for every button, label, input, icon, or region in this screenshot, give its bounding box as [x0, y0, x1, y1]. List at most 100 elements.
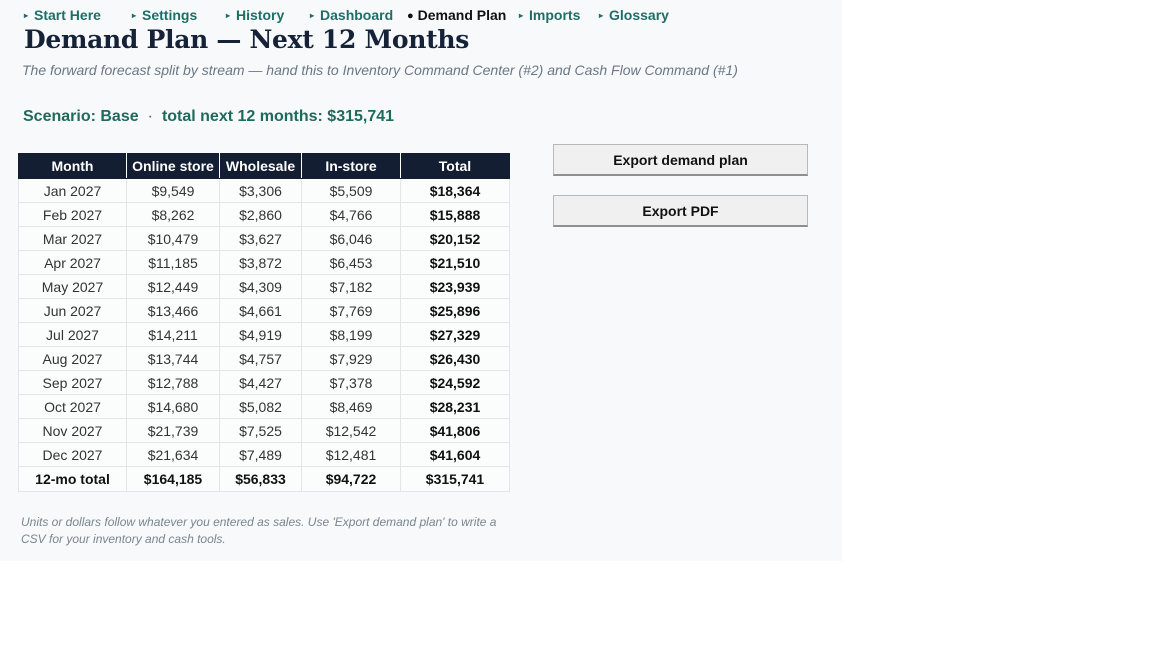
nav-link-label: Demand Plan: [417, 7, 507, 23]
cell-total: $23,939: [400, 274, 510, 299]
nav-link-history[interactable]: ▸ History: [226, 7, 284, 23]
cell-wholesale: $4,757: [219, 346, 302, 371]
cell-in-store: $7,378: [301, 370, 401, 395]
cell-in-store: $12,542: [301, 418, 401, 443]
cell-month: Jan 2027: [18, 178, 127, 203]
cell-online-store: $11,185: [126, 250, 220, 275]
nav-link-label: Glossary: [609, 7, 669, 23]
cell-in-store: $8,469: [301, 394, 401, 419]
cell-total: $15,888: [400, 202, 510, 227]
nav-link-glossary[interactable]: ▸ Glossary: [599, 7, 669, 23]
cell-total: $26,430: [400, 346, 510, 371]
cell-month: May 2027: [18, 274, 127, 299]
cell-online-store: $14,680: [126, 394, 220, 419]
demand-plan-sheet: ▸ Start Here ▸ Settings ▸ History ▸ Dashboar…: [0, 0, 842, 561]
cell-in-store: $7,182: [301, 274, 401, 299]
cell-online-store: $12,449: [126, 274, 220, 299]
cell-online-store: $9,549: [126, 178, 220, 203]
cell-wholesale: $3,872: [219, 250, 302, 275]
cell-wholesale: $7,489: [219, 442, 302, 467]
cell-wholesale: $3,306: [219, 178, 302, 203]
triangle-right-icon: ▸: [519, 11, 524, 20]
cell-month: Apr 2027: [18, 250, 127, 275]
total-cell-in-store: $94,722: [301, 466, 401, 492]
cell-wholesale: $4,427: [219, 370, 302, 395]
cell-month: Aug 2027: [18, 346, 127, 371]
triangle-right-icon: ▸: [24, 11, 29, 20]
demand-plan-table: Month Online store Wholesale In-store To…: [18, 153, 510, 492]
table-row: Jul 2027 $14,211 $4,919 $8,199 $27,329: [18, 322, 510, 347]
cell-total: $41,806: [400, 418, 510, 443]
nav-link-demand-plan[interactable]: ● Demand Plan: [407, 7, 506, 23]
column-header-total: Total: [400, 153, 510, 179]
cell-in-store: $6,046: [301, 226, 401, 251]
bullet-icon: ●: [407, 10, 414, 22]
total-cell-online-store: $164,185: [126, 466, 220, 492]
cell-online-store: $10,479: [126, 226, 220, 251]
cell-month: Jun 2027: [18, 298, 127, 323]
cell-month: Sep 2027: [18, 370, 127, 395]
cell-in-store: $12,481: [301, 442, 401, 467]
nav-link-label: Imports: [529, 7, 581, 23]
scenario-total: total next 12 months: $315,741: [161, 108, 395, 125]
table-row: Sep 2027 $12,788 $4,427 $7,378 $24,592: [18, 370, 510, 395]
cell-month: Dec 2027: [18, 442, 127, 467]
table-row: Nov 2027 $21,739 $7,525 $12,542 $41,806: [18, 418, 510, 443]
table-row: May 2027 $12,449 $4,309 $7,182 $23,939: [18, 274, 510, 299]
scenario-summary: Scenario: Base · total next 12 months: $31…: [23, 108, 394, 126]
total-cell-wholesale: $56,833: [219, 466, 302, 492]
column-header-in-store: In-store: [301, 153, 401, 179]
cell-in-store: $4,766: [301, 202, 401, 227]
footnote: Units or dollars follow whatever you ent…: [21, 515, 497, 546]
cell-in-store: $6,453: [301, 250, 401, 275]
cell-online-store: $12,788: [126, 370, 220, 395]
cell-total: $41,604: [400, 442, 510, 467]
table-row: Mar 2027 $10,479 $3,627 $6,046 $20,152: [18, 226, 510, 251]
cell-total: $18,364: [400, 178, 510, 203]
total-cell-month: 12-mo total: [18, 466, 127, 492]
cell-total: $25,896: [400, 298, 510, 323]
cell-online-store: $21,634: [126, 442, 220, 467]
table-total-row: 12-mo total $164,185 $56,833 $94,722 $315,74…: [18, 466, 510, 492]
nav-link-settings[interactable]: ▸ Settings: [132, 7, 197, 23]
cell-total: $21,510: [400, 250, 510, 275]
nav-link-label: Settings: [142, 7, 198, 23]
column-header-online-store: Online store: [126, 153, 220, 179]
cell-month: Jul 2027: [18, 322, 127, 347]
triangle-right-icon: ▸: [226, 11, 231, 20]
export-pdf-button[interactable]: Export PDF: [553, 195, 808, 227]
cell-total: $27,329: [400, 322, 510, 347]
cell-online-store: $21,739: [126, 418, 220, 443]
cell-online-store: $8,262: [126, 202, 220, 227]
total-cell-total: $315,741: [400, 466, 510, 492]
cell-wholesale: $3,627: [219, 226, 302, 251]
cell-month: Mar 2027: [18, 226, 127, 251]
table-row: Dec 2027 $21,634 $7,489 $12,481 $41,604: [18, 442, 510, 467]
triangle-right-icon: ▸: [599, 11, 604, 20]
cell-online-store: $14,211: [126, 322, 220, 347]
table-row: Oct 2027 $14,680 $5,082 $8,469 $28,231: [18, 394, 510, 419]
cell-total: $24,592: [400, 370, 510, 395]
column-header-month: Month: [18, 153, 127, 179]
cell-wholesale: $4,661: [219, 298, 302, 323]
cell-wholesale: $4,309: [219, 274, 302, 299]
cell-online-store: $13,466: [126, 298, 220, 323]
page-title: Demand Plan — Next 12 Months: [24, 25, 470, 54]
cell-online-store: $13,744: [126, 346, 220, 371]
nav-link-label: Dashboard: [320, 7, 394, 23]
table-row: Jan 2027 $9,549 $3,306 $5,509 $18,364: [18, 178, 510, 203]
nav-link-label: Start Here: [34, 7, 101, 23]
nav-link-dashboard[interactable]: ▸ Dashboard: [310, 7, 393, 23]
cell-in-store: $7,769: [301, 298, 401, 323]
table-row: Jun 2027 $13,466 $4,661 $7,769 $25,896: [18, 298, 510, 323]
cell-month: Nov 2027: [18, 418, 127, 443]
cell-wholesale: $2,860: [219, 202, 302, 227]
cell-in-store: $8,199: [301, 322, 401, 347]
cell-month: Oct 2027: [18, 394, 127, 419]
nav-link-imports[interactable]: ▸ Imports: [519, 7, 580, 23]
cell-in-store: $7,929: [301, 346, 401, 371]
nav-link-start-here[interactable]: ▸ Start Here: [24, 7, 101, 23]
cell-in-store: $5,509: [301, 178, 401, 203]
cell-total: $20,152: [400, 226, 510, 251]
export-demand-plan-button[interactable]: Export demand plan: [553, 144, 808, 176]
